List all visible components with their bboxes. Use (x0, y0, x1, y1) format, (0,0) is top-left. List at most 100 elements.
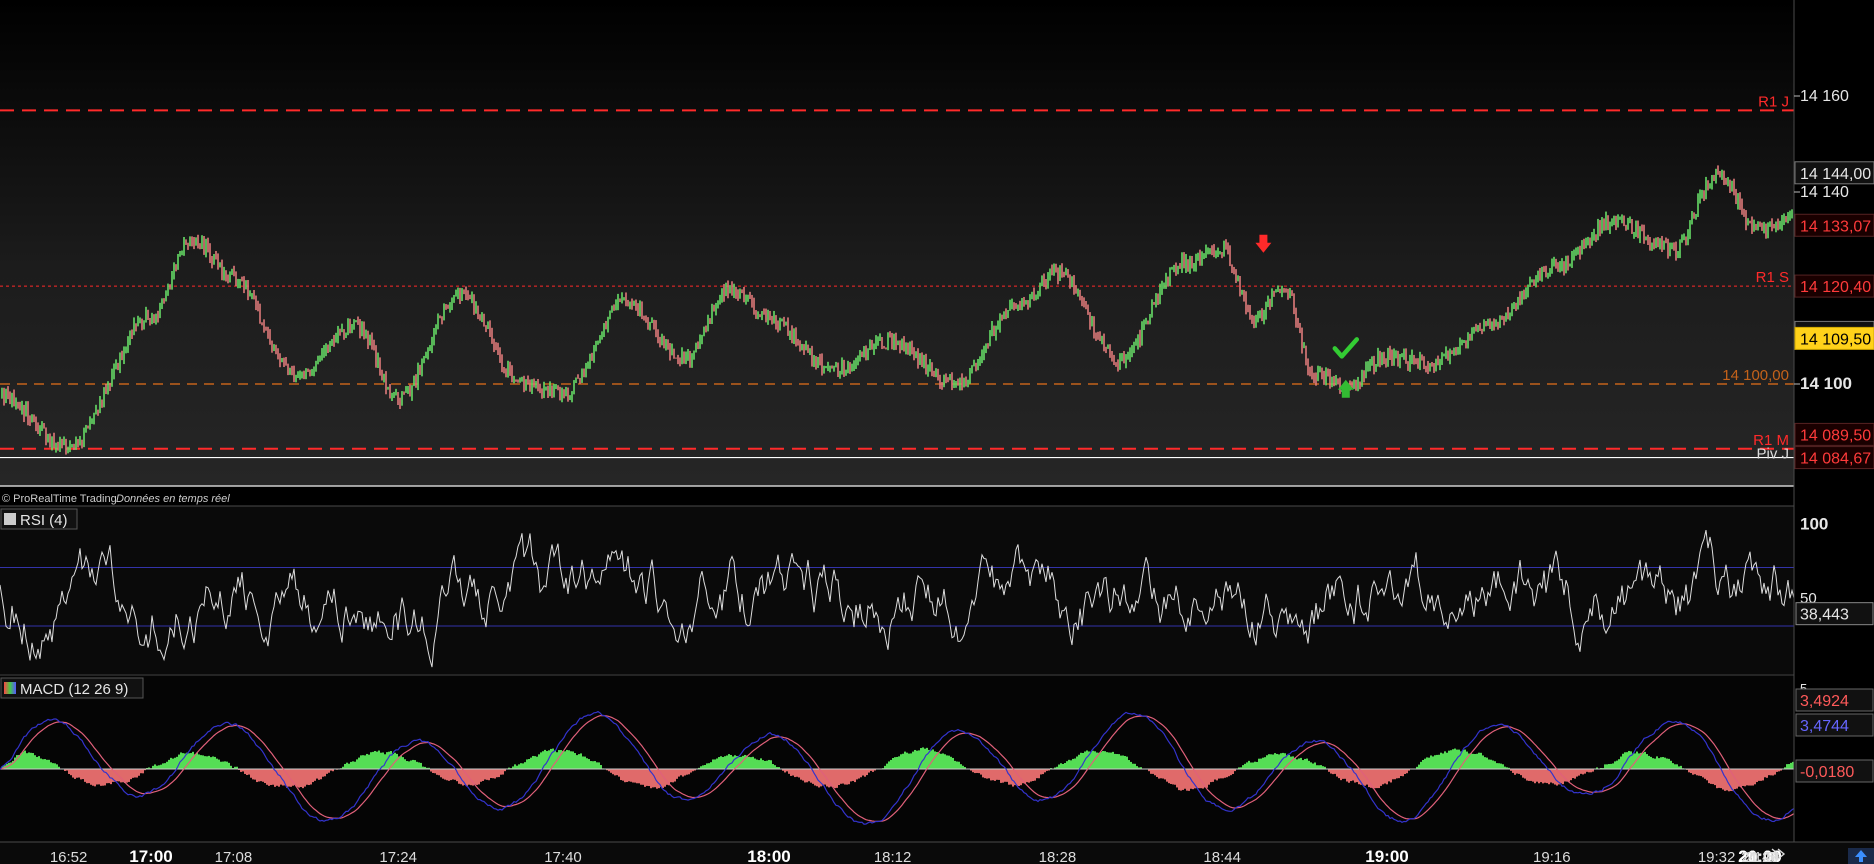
macd-bar (1004, 769, 1006, 782)
macd-bar (1108, 752, 1110, 769)
macd-bar (802, 769, 804, 781)
macd-bar (828, 769, 830, 788)
macd-bar (494, 769, 496, 779)
time-tick-label: 18:44 (1203, 849, 1241, 864)
macd-bar (1708, 769, 1710, 784)
macd-bar (14, 757, 16, 769)
macd-bar (766, 760, 768, 769)
macd-bar (1398, 769, 1400, 779)
macd-bar (1790, 762, 1792, 769)
macd-bar (278, 769, 280, 787)
macd-bar (1610, 763, 1612, 769)
macd-bar (1068, 759, 1070, 769)
macd-bar (490, 769, 492, 779)
macd-bar (1736, 769, 1738, 789)
price-tag-4: 14 109,50 (1800, 331, 1871, 348)
macd-bar (262, 769, 264, 782)
macd-bar (94, 769, 96, 787)
macd-bar (978, 769, 980, 774)
macd-bar (1152, 769, 1154, 774)
macd-bar (488, 769, 490, 781)
macd-bar (682, 769, 684, 777)
macd-bar (1744, 769, 1746, 787)
macd-bar (956, 761, 958, 769)
macd-bar (402, 757, 404, 769)
macd-bar (80, 769, 82, 780)
macd-bar (158, 765, 160, 769)
macd-bar (834, 769, 836, 789)
macd-bar (856, 769, 858, 780)
macd-bar (898, 756, 900, 769)
macd-bar (202, 755, 204, 769)
macd-bar (1126, 756, 1128, 769)
macd-bar (1732, 769, 1734, 792)
macd-bar (138, 769, 140, 776)
macd-bar (652, 769, 654, 788)
macd-bar (1026, 769, 1028, 783)
macd-bar (1704, 769, 1706, 779)
macd-bar (906, 752, 908, 769)
macd-bar (1374, 769, 1376, 789)
macd-bar (1062, 763, 1064, 769)
macd-bar (1492, 760, 1494, 769)
macd-bar (708, 763, 710, 769)
macd-bar (1760, 769, 1762, 781)
macd-bar (1212, 769, 1214, 782)
macd-bar (474, 769, 476, 785)
trading-chart[interactable]: R1 JR1 S14 100,00R1 MPiv J © ProRealTime… (0, 0, 1874, 864)
macd-bar (432, 769, 434, 773)
macd-bar (1332, 769, 1334, 775)
macd-bar (886, 763, 888, 769)
macd-bar (16, 755, 18, 769)
time-tick-label: 18:00 (747, 847, 790, 864)
time-tick-label: 19:16 (1533, 849, 1571, 864)
macd-bar (50, 762, 52, 769)
macd-bar (418, 762, 420, 769)
macd-bar (1306, 758, 1308, 769)
macd-bar (74, 769, 76, 779)
macd-bar (704, 764, 706, 769)
macd-bar (434, 769, 436, 774)
rsi-title-icon (4, 513, 16, 525)
macd-bar (774, 765, 776, 769)
macd-bar (998, 769, 1000, 780)
macd-bar (1446, 752, 1448, 769)
macd-bar (1516, 769, 1518, 774)
macd-bar (788, 769, 790, 774)
macd-bar (1444, 751, 1446, 769)
macd-bar (984, 769, 986, 779)
macd-bar (404, 759, 406, 769)
macd-bar (840, 769, 842, 784)
macd-bar (1740, 769, 1742, 788)
macd-bar (1230, 769, 1232, 776)
macd-bar (644, 769, 646, 787)
macd-bar (728, 754, 730, 769)
macd-bar (610, 769, 612, 773)
macd-bar (302, 769, 304, 789)
macd-bar (1338, 769, 1340, 779)
macd-bar (1490, 759, 1492, 769)
macd-bar (1454, 748, 1456, 769)
macd-bar (1486, 757, 1488, 769)
macd-bar (626, 769, 628, 783)
macd-bar (192, 751, 194, 769)
macd-bar (852, 769, 854, 781)
macd-bar (584, 756, 586, 769)
macd-bar (1764, 769, 1766, 778)
macd-axis[interactable]: 53,49243,4744-0,0180 (1795, 681, 1874, 783)
macd-bar (1182, 769, 1184, 790)
macd-bar (528, 759, 530, 769)
macd-bar (1712, 769, 1714, 785)
macd-bar (96, 769, 98, 785)
macd-bar (492, 769, 494, 779)
macd-bar (448, 769, 450, 781)
macd-bar (1488, 759, 1490, 769)
macd-bar (1700, 769, 1702, 777)
macd-bar (1556, 769, 1558, 786)
macd-bar (1650, 756, 1652, 769)
macd-bar (1192, 769, 1194, 790)
macd-bar (1242, 765, 1244, 769)
price-tag-0: 14 144,00 (1800, 166, 1871, 183)
macd-bar (1078, 754, 1080, 769)
macd-bar (536, 756, 538, 769)
